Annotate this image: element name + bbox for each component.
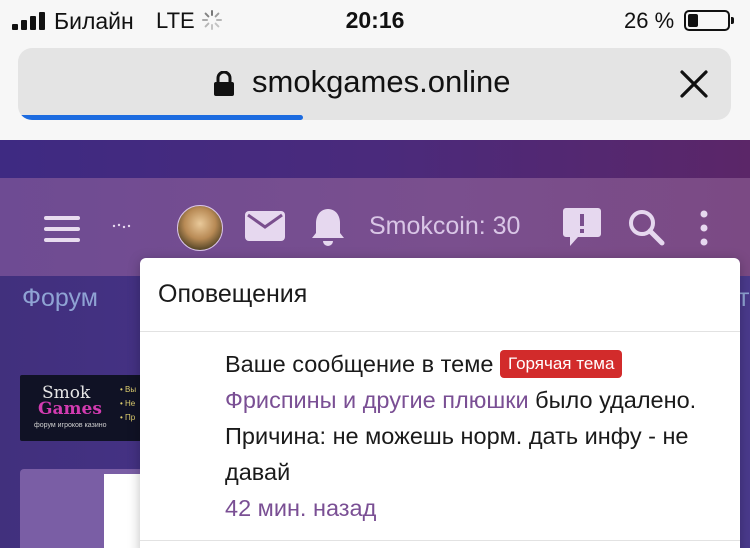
banner-bullets: • Вы • Не • Пр (120, 383, 136, 425)
banner-bullet: • Вы (120, 385, 137, 394)
divider (140, 540, 740, 541)
tab-forum[interactable]: Форум (22, 284, 98, 313)
banner-bullet: • Не (120, 399, 136, 408)
notification-topic-link[interactable]: Фриспины и другие плюшки (225, 387, 529, 413)
more-vertical-icon[interactable] (697, 208, 711, 248)
battery-icon (684, 10, 734, 31)
mail-icon[interactable] (244, 210, 286, 242)
url-text[interactable]: smokgames.online (252, 64, 510, 100)
site-logo[interactable] (112, 222, 134, 230)
banner-bullet: • Пр (120, 413, 136, 422)
bell-icon[interactable] (310, 206, 346, 248)
search-icon[interactable] (627, 208, 665, 246)
chat-alert-icon[interactable] (562, 206, 602, 248)
avatar[interactable] (177, 205, 223, 251)
page-load-progress (18, 115, 304, 120)
banner-line-2: Games (38, 399, 102, 419)
hot-topic-badge: Горячая тема (500, 350, 623, 378)
site-top-strip (0, 140, 750, 178)
banner-line-3: форум игроков казино (34, 422, 107, 429)
site-banner[interactable]: Smok Games форум игроков казино • Вы • Н… (20, 375, 142, 441)
lock-icon (214, 71, 234, 96)
notification-text-before: Ваше сообщение в теме (225, 351, 500, 377)
browser-chrome: smokgames.online (0, 40, 750, 140)
close-icon[interactable] (678, 68, 710, 100)
battery-percent: 26 % (624, 8, 675, 33)
content-card-inner (104, 474, 140, 548)
notifications-title: Оповещения (158, 280, 308, 308)
notification-time[interactable]: 42 мин. назад (225, 490, 725, 526)
notification-item[interactable]: Ваше сообщение в теме Горячая тема Фрисп… (225, 346, 725, 526)
smokcoin-balance[interactable]: Smokcoin: 30 (369, 212, 520, 241)
notifications-dropdown: Оповещения Ваше сообщение в теме Горячая… (140, 258, 740, 548)
status-bar: Билайн LTE 20:16 26 % (0, 0, 750, 40)
menu-icon[interactable] (44, 216, 80, 242)
divider (140, 331, 740, 332)
address-bar[interactable]: smokgames.online (18, 48, 731, 120)
